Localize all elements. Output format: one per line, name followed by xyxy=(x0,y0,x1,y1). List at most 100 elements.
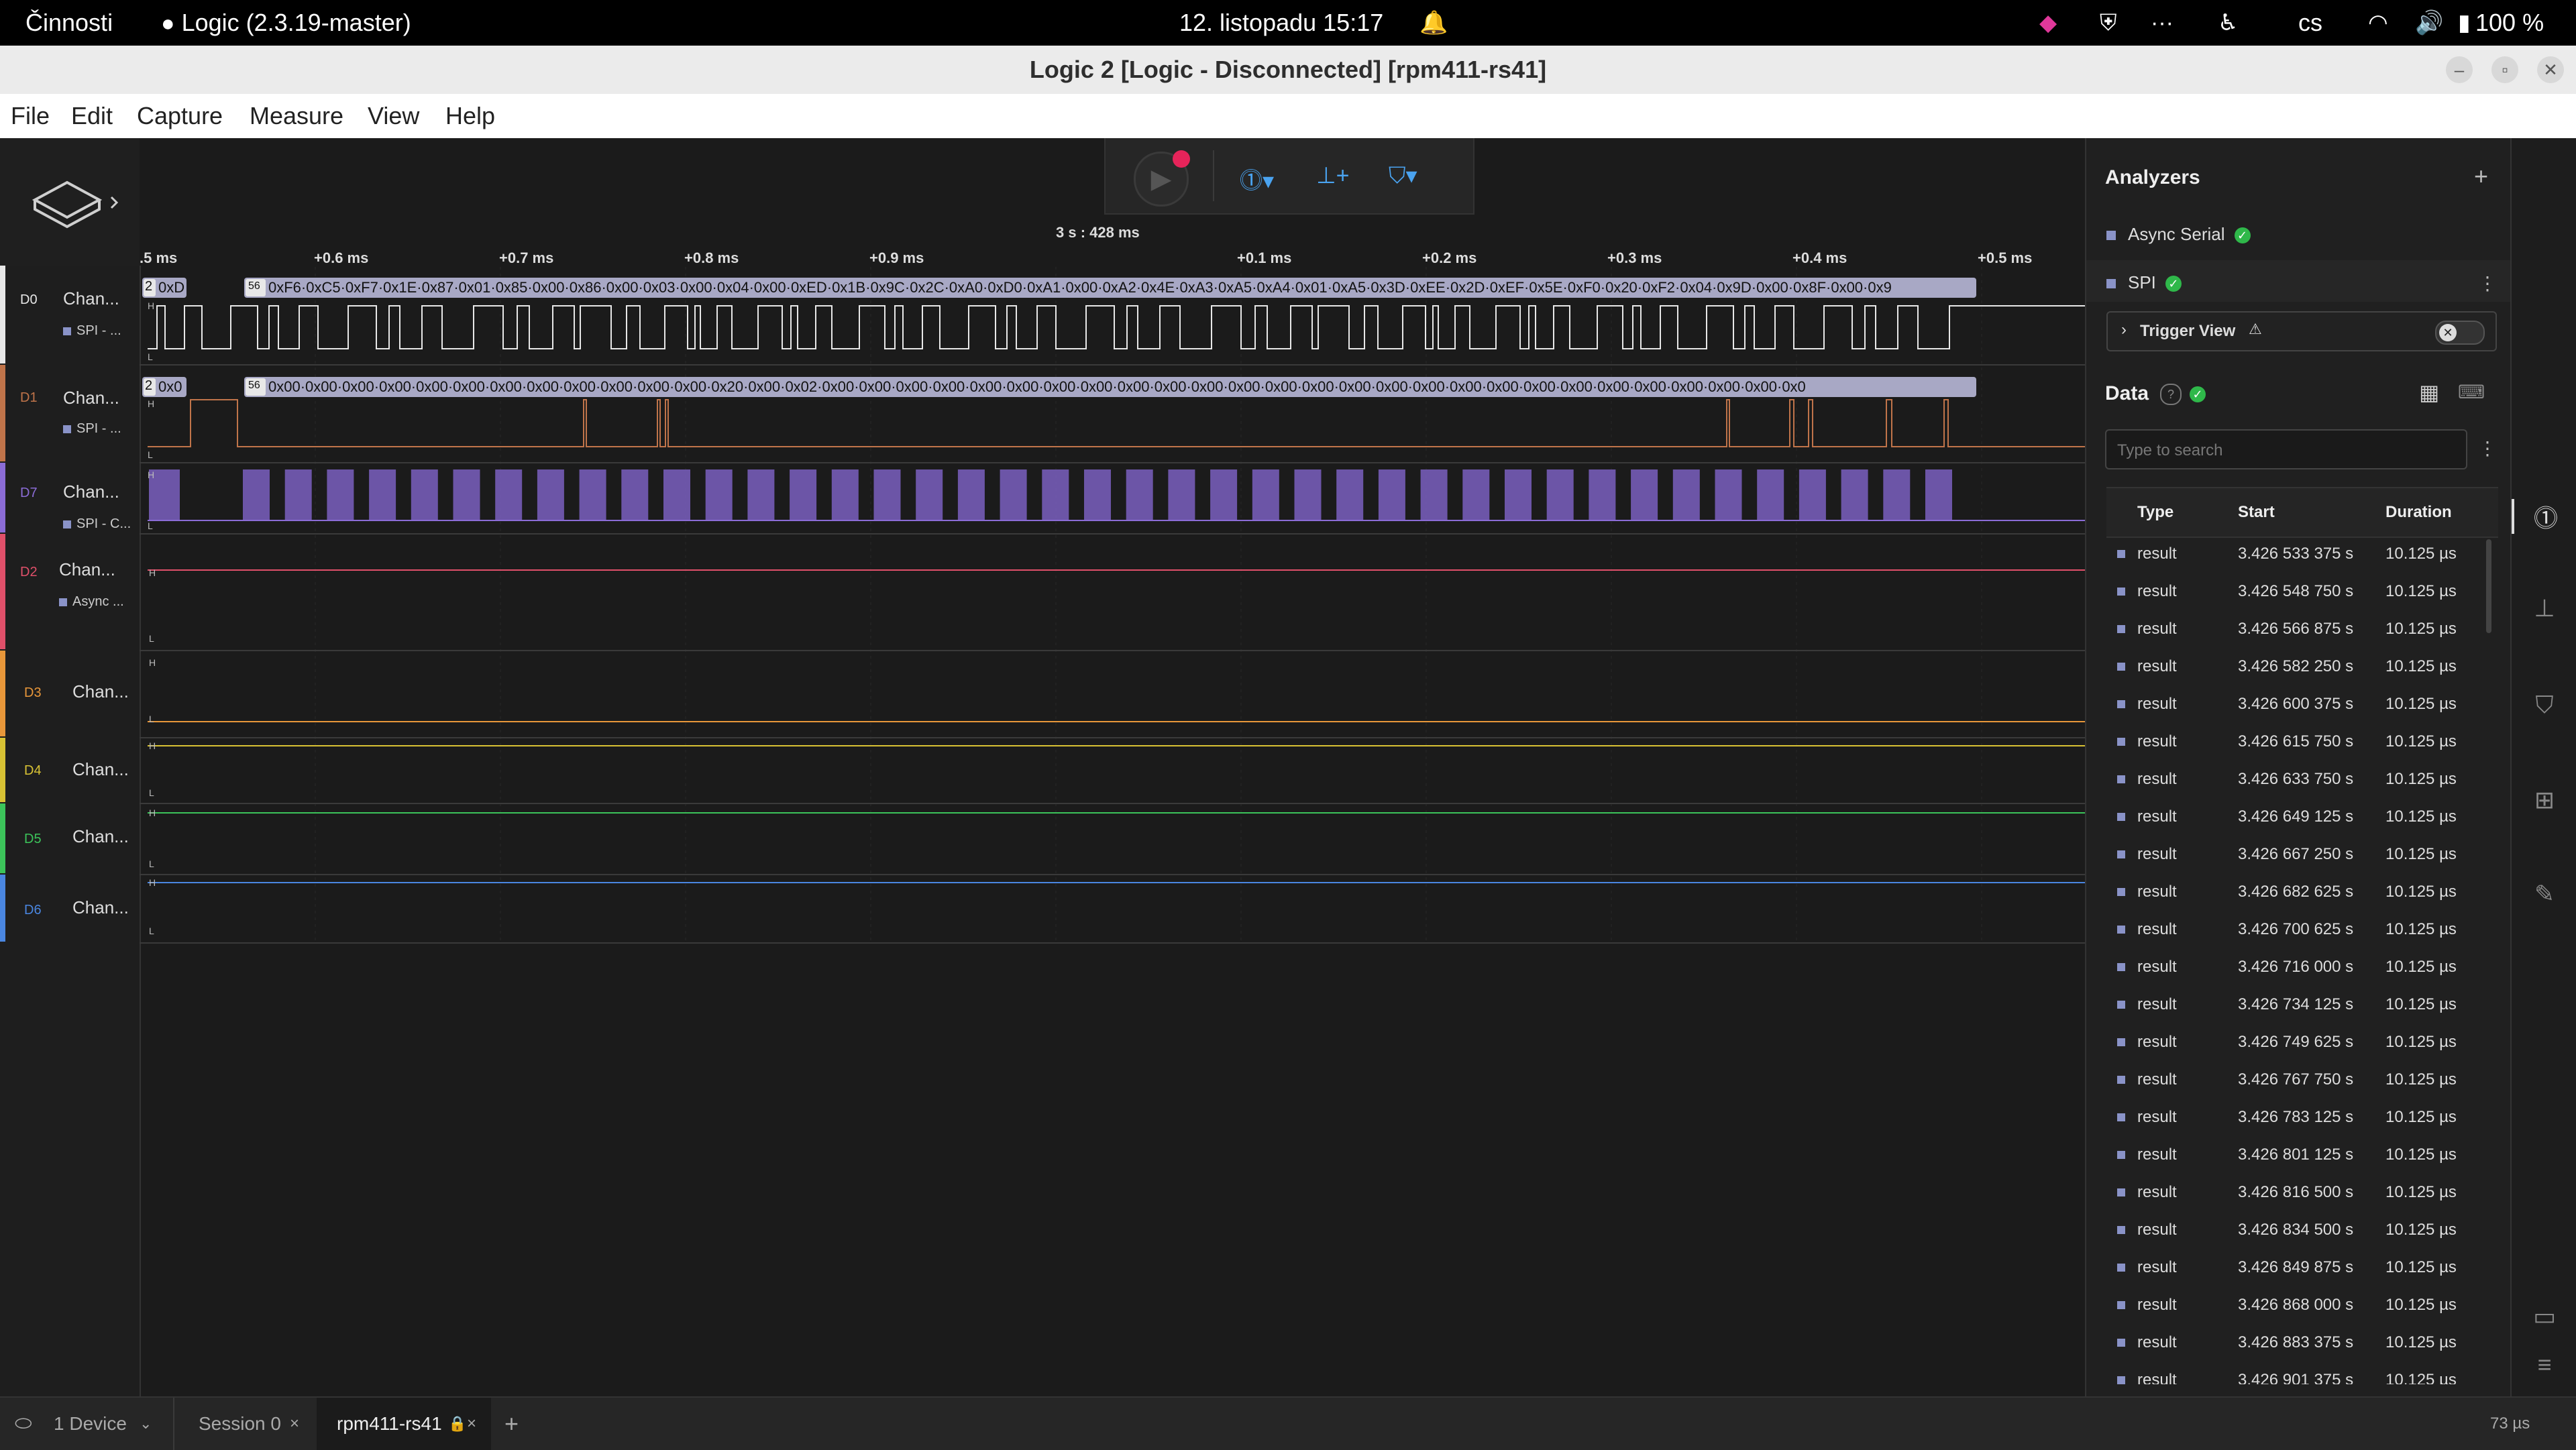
close-icon[interactable]: × xyxy=(290,1398,299,1450)
table-icon[interactable]: ▦ xyxy=(2419,380,2439,405)
activities-button[interactable]: Činnosti xyxy=(25,0,113,46)
time-ruler[interactable]: 3 s : 428 ms .5 ms +0.6 ms +0.7 ms +0.8 … xyxy=(140,213,2085,267)
table-row[interactable]: result 3.426 716 000 s 10.125 µs xyxy=(2106,948,2498,986)
table-row[interactable]: result 3.426 615 750 s 10.125 µs xyxy=(2106,723,2498,761)
analyzer-item-async-serial[interactable]: Async Serial ✓ xyxy=(2106,224,2251,245)
add-analyzer-button[interactable]: + xyxy=(2474,162,2488,190)
column-duration[interactable]: Duration xyxy=(2385,488,2452,537)
ruler-tick: +0.3 ms xyxy=(1607,249,1662,266)
shield-icon[interactable]: ⛨ xyxy=(2100,0,2117,46)
table-row[interactable]: result 3.426 582 250 s 10.125 µs xyxy=(2106,648,2498,685)
accessibility-icon[interactable]: ♿ xyxy=(2218,0,2238,46)
channel-name[interactable]: Chan... xyxy=(72,897,129,918)
device-selector[interactable]: 1 Device xyxy=(54,1398,127,1450)
table-row[interactable]: result 3.426 649 125 s 10.125 µs xyxy=(2106,798,2498,836)
more-options-icon[interactable]: ⋮ xyxy=(2478,272,2497,294)
table-row[interactable]: result 3.426 883 375 s 10.125 µs xyxy=(2106,1324,2498,1361)
close-icon[interactable]: × xyxy=(467,1398,476,1450)
tab-rpm411-rs41[interactable]: rpm411-rs41 xyxy=(337,1398,442,1450)
volume-icon[interactable]: 🔊 xyxy=(2415,0,2443,46)
table-row[interactable]: result 3.426 734 125 s 10.125 µs xyxy=(2106,986,2498,1023)
waveform-canvas[interactable] xyxy=(140,267,2085,1396)
channel-name[interactable]: Chan... xyxy=(63,288,119,309)
channel-name[interactable]: Chan... xyxy=(63,388,119,408)
data-table-body[interactable]: result 3.426 533 375 s 10.125 µs result 3.42… xyxy=(2086,535,2512,1384)
channel-name[interactable]: Chan... xyxy=(72,681,129,702)
battery-icon[interactable]: ▮ xyxy=(2458,0,2471,46)
table-row[interactable]: result 3.426 749 625 s 10.125 µs xyxy=(2106,1023,2498,1061)
row-color xyxy=(2117,1339,2125,1347)
terminal-icon[interactable]: ⌨ xyxy=(2458,381,2485,403)
menu-help[interactable]: Help xyxy=(445,94,495,138)
measure-add-icon[interactable]: ⊥+ xyxy=(1316,162,1349,189)
table-row[interactable]: result 3.426 700 625 s 10.125 µs xyxy=(2106,911,2498,948)
table-row[interactable]: result 3.426 566 875 s 10.125 µs xyxy=(2106,610,2498,648)
marker-icon[interactable]: ⛉▾ xyxy=(1389,162,1417,189)
trigger-view-toggle[interactable]: › Trigger View ⚠ ✕ xyxy=(2106,311,2497,351)
analyzer-trigger-icon[interactable]: ⓵▾ xyxy=(1240,162,1274,195)
menu-view[interactable]: View xyxy=(368,94,419,138)
window-titlebar[interactable]: Logic 2 [Logic - Disconnected] [rpm411-r… xyxy=(0,46,2576,94)
timing-markers-icon[interactable]: ⊥ xyxy=(2512,594,2576,622)
level-low: L xyxy=(149,787,154,798)
data-search-input[interactable]: Type to search xyxy=(2105,429,2467,469)
cell-start: 3.426 566 875 s xyxy=(2238,620,2354,638)
input-language[interactable]: cs xyxy=(2298,0,2322,46)
app-indicator-icon[interactable]: ◆ xyxy=(2039,0,2057,46)
d1-first-byte[interactable]: 0x0 xyxy=(158,378,182,396)
more-options-icon[interactable]: ⋮ xyxy=(2478,437,2497,459)
channel-name[interactable]: Chan... xyxy=(72,826,129,847)
table-scrollbar[interactable] xyxy=(2486,539,2491,633)
d0-decoded-bytes[interactable]: 0xF6·0xC5·0xF7·0x1E·0x87·0x01·0x85·0x00·… xyxy=(268,279,1974,296)
tab-session-0[interactable]: Session 0 xyxy=(199,1398,281,1450)
app-menu[interactable]: ● Logic (2.3.19-master) xyxy=(161,0,411,46)
channel-row-d7[interactable]: D7 Chan... SPI - C... xyxy=(0,463,134,533)
table-row[interactable]: result 3.426 600 375 s 10.125 µs xyxy=(2106,685,2498,723)
minimize-icon[interactable]: – xyxy=(2446,56,2473,83)
table-row[interactable]: result 3.426 783 125 s 10.125 µs xyxy=(2106,1099,2498,1136)
notes-icon[interactable]: ✎ xyxy=(2512,880,2576,908)
channel-name[interactable]: Chan... xyxy=(59,559,115,580)
channel-name[interactable]: Chan... xyxy=(72,759,129,780)
menu-measure[interactable]: Measure xyxy=(250,94,343,138)
chevron-down-icon[interactable]: ⌄ xyxy=(140,1398,152,1450)
annotations-icon[interactable]: ⛉ xyxy=(2512,691,2576,720)
device-logo-area[interactable] xyxy=(0,138,140,266)
menu-file[interactable]: File xyxy=(11,94,50,138)
table-row[interactable]: result 3.426 868 000 s 10.125 µs xyxy=(2106,1286,2498,1324)
menu-icon[interactable]: ≡ xyxy=(2512,1351,2576,1379)
table-row[interactable]: result 3.426 834 500 s 10.125 µs xyxy=(2106,1211,2498,1249)
table-row[interactable]: result 3.426 767 750 s 10.125 µs xyxy=(2106,1061,2498,1099)
trigger-switch[interactable]: ✕ xyxy=(2435,321,2485,345)
column-start[interactable]: Start xyxy=(2238,488,2275,537)
close-icon[interactable]: ✕ xyxy=(2537,56,2564,83)
table-row[interactable]: result 3.426 533 375 s 10.125 µs xyxy=(2106,535,2498,573)
cell-type: result xyxy=(2137,1371,2177,1384)
table-row[interactable]: result 3.426 548 750 s 10.125 µs xyxy=(2106,573,2498,610)
d1-decoded-bytes[interactable]: 0x00·0x00·0x00·0x00·0x00·0x00·0x00·0x00·… xyxy=(268,378,1974,396)
d0-first-byte[interactable]: 0xD xyxy=(158,279,184,296)
table-row[interactable]: result 3.426 633 750 s 10.125 µs xyxy=(2106,761,2498,798)
channel-name[interactable]: Chan... xyxy=(63,482,119,502)
clock-burst xyxy=(1715,469,1742,520)
table-row[interactable]: result 3.426 901 375 s 10.125 µs xyxy=(2106,1361,2498,1384)
analyzer-item-spi[interactable]: SPI ✓ xyxy=(2106,272,2182,293)
table-row[interactable]: result 3.426 849 875 s 10.125 µs xyxy=(2106,1249,2498,1286)
table-row[interactable]: result 3.426 667 250 s 10.125 µs xyxy=(2106,836,2498,873)
menu-edit[interactable]: Edit xyxy=(71,94,113,138)
clock[interactable]: 12. listopadu 15:17 xyxy=(1179,0,1383,46)
maximize-icon[interactable]: ▫ xyxy=(2491,56,2518,83)
table-row[interactable]: result 3.426 801 125 s 10.125 µs xyxy=(2106,1136,2498,1174)
waveform-area[interactable]: 2 0xD 56 0xF6·0xC5·0xF7·0x1E·0x87·0x01·0… xyxy=(140,267,2085,1396)
table-row[interactable]: result 3.426 682 625 s 10.125 µs xyxy=(2106,873,2498,911)
column-type[interactable]: Type xyxy=(2137,488,2174,537)
feedback-icon[interactable]: ▭ xyxy=(2512,1302,2576,1331)
extensions-icon[interactable]: ⊞ xyxy=(2512,786,2576,814)
analyzers-tab-icon[interactable]: ⓵ xyxy=(2512,499,2576,534)
more-icon[interactable]: ··· xyxy=(2151,0,2174,46)
help-icon[interactable]: ? xyxy=(2160,384,2182,405)
table-row[interactable]: result 3.426 816 500 s 10.125 µs xyxy=(2106,1174,2498,1211)
wifi-icon[interactable]: ◠ xyxy=(2368,0,2388,46)
menu-capture[interactable]: Capture xyxy=(137,94,223,138)
add-tab-button[interactable]: + xyxy=(504,1398,519,1450)
